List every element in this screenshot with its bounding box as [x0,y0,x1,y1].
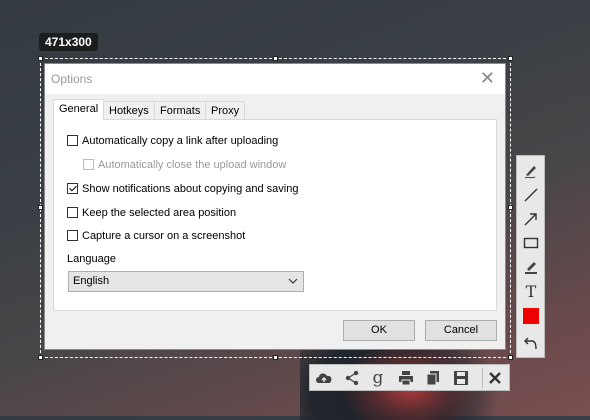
auto-close-upload-checkbox [83,158,94,170]
auto-copy-link-label: Automatically copy a link after uploadin… [82,135,279,147]
pen-icon[interactable] [520,161,542,181]
resize-handle-top-left[interactable] [38,56,43,61]
keep-area-position-label: Keep the selected area position [82,207,237,219]
color-swatch[interactable] [523,308,539,324]
cancel-button[interactable]: Cancel [425,320,497,341]
show-notifications-label: Show notifications about copying and sav… [82,183,299,195]
general-tab-panel: Automatically copy a link after uploadin… [53,119,497,311]
upload-cloud-icon[interactable] [313,368,335,388]
auto-close-upload-option: Automatically close the upload window [83,158,286,172]
actions-toolbar: g [309,364,510,391]
capture-cursor-checkbox[interactable] [67,229,78,241]
rectangle-icon[interactable] [520,233,542,253]
close-icon[interactable] [482,368,507,388]
line-icon[interactable] [520,185,542,205]
options-dialog: Options ✕ General Hotkeys Formats Proxy … [44,63,506,350]
chevron-down-icon [288,272,298,298]
dialog-titlebar: Options ✕ [45,64,505,94]
show-notifications-checkbox[interactable] [67,182,78,194]
keep-area-position-checkbox[interactable] [67,206,78,218]
language-label: Language [67,253,116,265]
selection-size-badge: 471x300 [39,33,98,51]
resize-handle-bottom-right[interactable] [508,355,513,360]
capture-cursor-label: Capture a cursor on a screenshot [82,230,246,242]
tab-hotkeys[interactable]: Hotkeys [103,101,155,119]
google-search-icon[interactable]: g [367,368,389,388]
capture-cursor-option[interactable]: Capture a cursor on a screenshot [67,229,245,243]
save-icon[interactable] [450,368,472,388]
marker-icon[interactable] [520,257,542,277]
arrow-icon[interactable] [520,209,542,229]
tab-proxy[interactable]: Proxy [205,101,246,119]
resize-handle-top[interactable] [273,56,278,61]
drawing-toolbar: T [516,155,545,358]
language-select-value: English [73,275,110,287]
undo-icon[interactable] [520,333,542,353]
auto-copy-link-option[interactable]: Automatically copy a link after uploadin… [67,134,278,148]
print-icon[interactable] [395,368,417,388]
dialog-close-icon[interactable]: ✕ [480,69,495,87]
share-icon[interactable] [341,368,363,388]
keep-area-position-option[interactable]: Keep the selected area position [67,206,236,220]
auto-close-upload-label: Automatically close the upload window [98,159,287,171]
resize-handle-right[interactable] [508,205,513,210]
ok-button[interactable]: OK [343,320,415,341]
auto-copy-link-checkbox[interactable] [67,134,78,146]
language-select[interactable]: English [68,271,304,292]
resize-handle-bottom-left[interactable] [38,355,43,360]
copy-icon[interactable] [422,368,444,388]
resize-handle-top-right[interactable] [508,56,513,61]
resize-handle-left[interactable] [38,205,43,210]
dialog-title: Options [51,72,93,86]
show-notifications-option[interactable]: Show notifications about copying and sav… [67,182,298,196]
resize-handle-bottom[interactable] [273,355,278,360]
tab-formats[interactable]: Formats [154,101,207,119]
tab-general[interactable]: General [53,99,105,120]
text-icon[interactable]: T [520,281,542,301]
